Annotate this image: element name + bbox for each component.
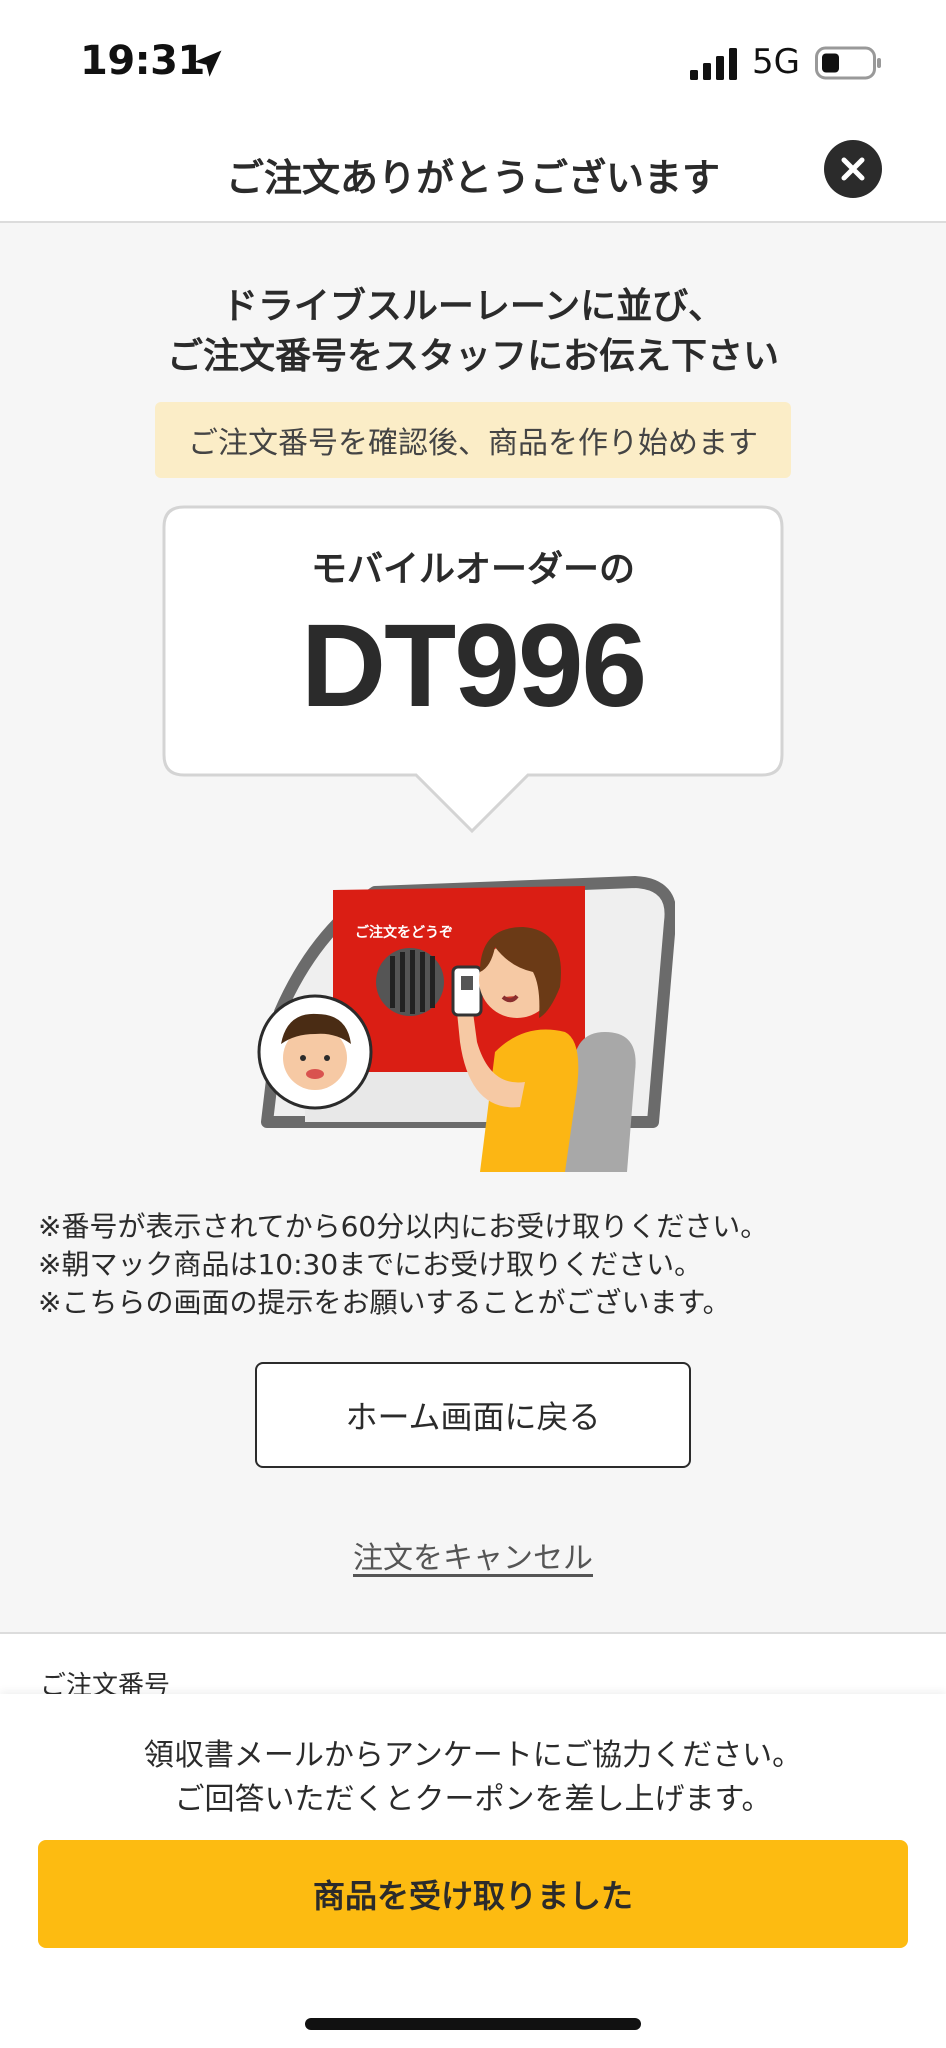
instruction-text: ドライブスルーレーンに並び、 ご注文番号をスタッフにお伝え下さい [0, 282, 946, 382]
cancel-order-link[interactable]: 注文をキャンセル [353, 1541, 593, 1576]
status-bar: 19:31 5G [0, 0, 946, 125]
cancel-order-link-wrapper: 注文をキャンセル [0, 1533, 946, 1577]
notice-banner: ご注文番号を確認後、商品を作り始めます [155, 402, 791, 478]
staff-avatar-icon [257, 994, 373, 1110]
page-title: ご注文ありがとうございます [225, 156, 720, 200]
survey-message: 領収書メールからアンケートにご協力ください。 ご回答いただくとクーポンを差し上げ… [0, 1734, 946, 1822]
order-number: DT996 [300, 600, 647, 732]
bottom-panel: 領収書メールからアンケートにご協力ください。 ご回答いただくとクーポンを差し上げ… [0, 1694, 946, 2048]
status-time: 19:31 [80, 38, 205, 84]
back-to-home-button[interactable]: ホーム画面に戻る [255, 1362, 691, 1468]
drive-thru-illustration: ご注文をどうぞ [257, 876, 675, 1172]
network-label: 5G [752, 42, 800, 82]
note-item: ※朝マック商品は10:30までにお受け取りください。 [38, 1248, 703, 1281]
instruction-line-2: ご注文番号をスタッフにお伝え下さい [166, 336, 779, 377]
header: ご注文ありがとうございます [0, 125, 946, 223]
survey-line-2: ご回答いただくとクーポンを差し上げます。 [174, 1782, 772, 1817]
location-arrow-icon [194, 50, 222, 77]
instruction-line-1: ドライブスルーレーンに並び、 [221, 286, 725, 327]
note-item: ※番号が表示されてから60分以内にお受け取りください。 [38, 1210, 769, 1243]
speaker-icon [376, 948, 444, 1016]
signal-bars-icon [690, 48, 737, 80]
notes-list: ※番号が表示されてから60分以内にお受け取りください。 ※朝マック商品は10:3… [38, 1208, 918, 1322]
home-indicator[interactable] [305, 2018, 641, 2030]
order-complete-screen: 19:31 5G ご注文ありがとうございます ドライブスルーレーンに並び、 ご注… [0, 0, 946, 2048]
note-item: ※こちらの画面の提示をお願いすることがございます。 [38, 1286, 731, 1319]
survey-line-1: 領収書メールからアンケートにご協力ください。 [143, 1738, 803, 1773]
order-number-label: モバイルオーダーの [310, 549, 635, 590]
close-button[interactable] [824, 140, 882, 198]
close-icon [841, 157, 865, 181]
battery-icon [815, 46, 881, 80]
received-product-button[interactable]: 商品を受け取りました [38, 1840, 908, 1948]
drive-thru-sign-text: ご注文をどうぞ [355, 924, 453, 941]
